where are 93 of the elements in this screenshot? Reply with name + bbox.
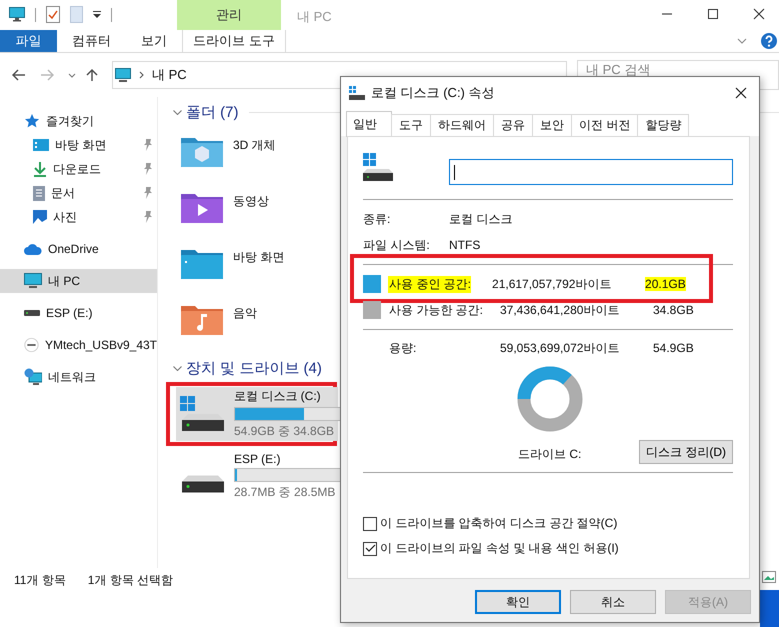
checklist-icon[interactable] bbox=[46, 6, 60, 23]
folder-name[interactable]: 바탕 화면 bbox=[233, 248, 284, 266]
folder-icon bbox=[181, 303, 223, 335]
nav-item[interactable]: 문서 bbox=[0, 181, 157, 205]
field-label: 종류: bbox=[363, 210, 392, 228]
field-value: 37,436,641,280바이트 bbox=[500, 302, 620, 318]
folder-icon bbox=[181, 247, 223, 279]
context-group-label: 관리 bbox=[216, 6, 242, 24]
field-value: 로컬 디스크 bbox=[449, 210, 512, 228]
folder-name[interactable]: 3D 개체 bbox=[233, 136, 276, 154]
back-icon[interactable] bbox=[12, 69, 26, 81]
field-value: 34.8GB bbox=[653, 303, 694, 317]
chevron-down-icon[interactable] bbox=[737, 38, 747, 44]
drive-icon bbox=[180, 474, 226, 494]
drive-label: 드라이브 C: bbox=[518, 446, 582, 463]
nav-item[interactable]: 내 PC bbox=[0, 269, 157, 293]
status-text: 1개 항목 선택함 bbox=[88, 572, 174, 588]
drive-name: ESP (E:) bbox=[234, 452, 282, 466]
desktop-icon bbox=[33, 139, 49, 151]
chevron-down-icon[interactable] bbox=[68, 72, 76, 78]
chevron-down-icon[interactable] bbox=[173, 366, 182, 370]
nav-item[interactable]: 다운로드 bbox=[0, 157, 157, 181]
drive-name: 로컬 디스크 (C:) bbox=[234, 388, 322, 405]
disc-icon bbox=[24, 336, 39, 354]
pin-icon[interactable] bbox=[143, 187, 153, 199]
disk-cleanup-button[interactable]: 디스크 정리(D) bbox=[639, 440, 733, 464]
image-icon bbox=[33, 210, 47, 224]
close-icon[interactable] bbox=[735, 86, 747, 98]
checkbox-option[interactable]: 이 드라이브를 압축하여 디스크 공간 절약(C) bbox=[363, 515, 733, 532]
drive-icon bbox=[180, 396, 226, 432]
computer-icon[interactable] bbox=[9, 7, 25, 22]
field-value: 59,053,699,072바이트 bbox=[500, 340, 620, 356]
network-icon bbox=[24, 368, 42, 386]
pin-icon[interactable] bbox=[143, 139, 153, 151]
nav-item[interactable]: YMtech_USBv9_43T bbox=[0, 333, 157, 357]
field-value: NTFS bbox=[449, 238, 480, 252]
up-icon[interactable] bbox=[86, 68, 98, 82]
chevron-right-icon[interactable] bbox=[139, 71, 144, 79]
drive-space: 28.7MB 중 28.5MB bbox=[234, 484, 336, 500]
tab[interactable]: 일반 bbox=[346, 111, 392, 137]
nav-item[interactable]: OneDrive bbox=[0, 237, 157, 261]
chevron-down-icon[interactable] bbox=[173, 110, 182, 114]
folder-icon bbox=[181, 191, 223, 223]
pin-icon[interactable] bbox=[143, 163, 153, 175]
field-label: 사용 가능한 공간: bbox=[388, 302, 484, 318]
ribbon-tab[interactable]: 컴퓨터 bbox=[57, 30, 126, 52]
field-label: 사용 중인 공간: bbox=[388, 276, 472, 292]
checkbox-option[interactable]: 이 드라이브의 파일 속성 및 내용 색인 허용(I) bbox=[363, 540, 733, 557]
download-icon bbox=[33, 161, 47, 177]
checkbox[interactable] bbox=[363, 516, 377, 530]
view-icon[interactable] bbox=[762, 571, 776, 583]
nav-item[interactable]: 사진 bbox=[0, 205, 157, 229]
field-value: 21,617,057,792바이트 bbox=[492, 276, 612, 292]
ok-button[interactable]: 확인 bbox=[475, 590, 561, 614]
name-field[interactable] bbox=[449, 159, 733, 185]
drive-icon bbox=[349, 86, 365, 100]
dropdown-icon[interactable] bbox=[93, 11, 101, 18]
tab[interactable]: 할당량 bbox=[637, 114, 690, 136]
drive-icon bbox=[24, 310, 40, 316]
field-value: 54.9GB bbox=[653, 341, 694, 355]
status-text: 11개 항목 bbox=[14, 572, 66, 588]
checkbox[interactable] bbox=[363, 542, 377, 556]
nav-item[interactable]: 바탕 화면 bbox=[0, 133, 157, 157]
drive-icon bbox=[363, 153, 393, 181]
drive-tile[interactable]: 로컬 디스크 (C:) 54.9GB 중 34.8GB bbox=[176, 387, 338, 441]
drive-space: 54.9GB 중 34.8GB bbox=[234, 423, 336, 440]
maximize-icon[interactable] bbox=[707, 8, 719, 20]
window-title: 내 PC bbox=[297, 8, 332, 26]
close-icon[interactable] bbox=[753, 8, 765, 20]
computer-icon bbox=[115, 68, 131, 82]
field-label: 파일 시스템: bbox=[363, 236, 431, 254]
cloud-icon bbox=[24, 243, 42, 255]
nav-item[interactable]: 네트워크 bbox=[0, 365, 157, 389]
computer-icon bbox=[24, 273, 42, 289]
nav-item[interactable]: ESP (E:) bbox=[0, 301, 157, 325]
field-value: 20.1GB bbox=[645, 277, 686, 291]
help-icon[interactable] bbox=[761, 33, 777, 49]
field-label: 용량: bbox=[388, 340, 418, 356]
nav-item[interactable]: 즐겨찾기 bbox=[0, 109, 157, 133]
desktop-background bbox=[760, 590, 779, 627]
ribbon-tab[interactable]: 보기 bbox=[126, 30, 182, 52]
file-menu[interactable]: 파일 bbox=[0, 30, 57, 52]
cancel-button[interactable]: 취소 bbox=[570, 590, 656, 614]
folder-name[interactable]: 동영상 bbox=[233, 192, 269, 210]
tab[interactable]: 도구 bbox=[391, 114, 431, 136]
usage-donut bbox=[517, 366, 583, 432]
folder-icon bbox=[181, 135, 223, 167]
pin-icon[interactable] bbox=[143, 211, 153, 223]
section-heading: 폴더 (7) bbox=[186, 102, 238, 122]
star-icon bbox=[24, 113, 40, 129]
folder-name[interactable]: 음악 bbox=[233, 304, 257, 322]
document-icon bbox=[33, 186, 45, 200]
section-heading: 장치 및 드라이브 (4) bbox=[186, 358, 322, 378]
